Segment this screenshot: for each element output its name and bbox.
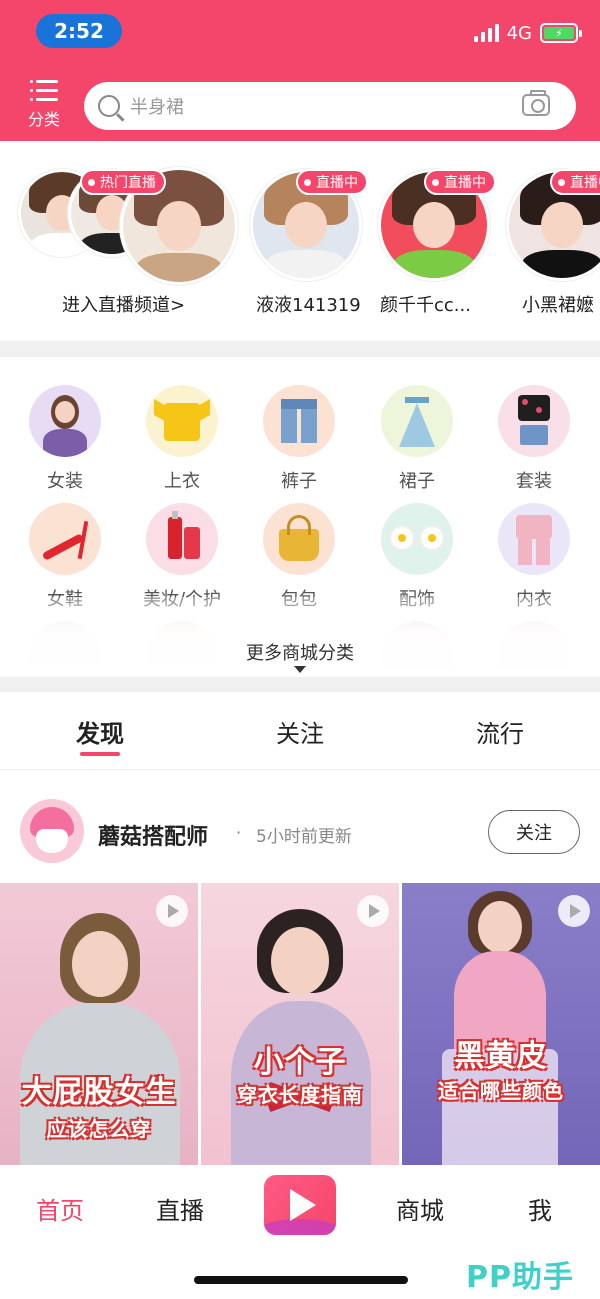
caret-down-icon: [294, 666, 306, 673]
list-icon: [30, 80, 58, 102]
jeans-icon: [263, 385, 335, 457]
watermark: PP助手: [466, 1260, 574, 1295]
center-play-button[interactable]: [264, 1175, 336, 1235]
streamer-name: 液液141319: [256, 295, 361, 316]
live-channel-label[interactable]: 进入直播频道>: [62, 291, 185, 317]
live-stream-row: 热门直播 进入直播频道> 直播中 液液141319 直播中 颜千千cc... 直…: [0, 141, 600, 341]
video-grid: 大屁股女生 应该怎么穿 小个子 穿衣长度指南 黑黄皮 适合哪些颜色: [0, 883, 600, 1165]
nav-live[interactable]: 直播: [140, 1191, 220, 1226]
pajamas-icon: [498, 503, 570, 575]
category-beauty[interactable]: 美妆/个护: [127, 503, 237, 611]
play-icon: [156, 895, 188, 927]
section-divider: [0, 341, 600, 357]
search-icon: [98, 95, 120, 117]
womens-wear-icon: [29, 385, 101, 457]
feed-post-header: 蘑菇搭配师 · 5小时前更新 关注: [0, 771, 600, 883]
live-badge: 直播中: [424, 169, 496, 195]
category-sets[interactable]: 套装: [479, 385, 589, 493]
video-title: 小个子: [253, 1045, 347, 1080]
category-bags[interactable]: 包包: [244, 503, 354, 611]
streamer-name: 颜千千cc...: [380, 295, 471, 316]
category-skirts[interactable]: 裙子: [362, 385, 472, 493]
tab-discover[interactable]: 发现: [40, 714, 160, 749]
tshirt-icon: [146, 385, 218, 457]
category-pants[interactable]: 裤子: [244, 385, 354, 493]
home-indicator[interactable]: [194, 1276, 408, 1284]
category-tops[interactable]: 上衣: [127, 385, 237, 493]
play-icon: [357, 895, 389, 927]
category-shoes[interactable]: 女鞋: [10, 503, 120, 611]
network-label: 4G: [506, 22, 532, 44]
signal-icon: [473, 24, 499, 42]
fade-overlay: [0, 597, 600, 677]
active-tab-indicator: [80, 752, 120, 756]
separator: ·: [236, 823, 242, 842]
tab-trending[interactable]: 流行: [440, 714, 560, 749]
tab-following[interactable]: 关注: [240, 714, 360, 749]
hot-live-badge: 热门直播: [80, 169, 166, 195]
top-header: 2:52 4G ⚡ 分类 半身裙: [0, 0, 600, 141]
status-time: 2:52: [36, 14, 122, 48]
section-divider: [0, 677, 600, 692]
chevron-right-icon: >: [170, 295, 186, 316]
nav-mall[interactable]: 商城: [380, 1191, 460, 1226]
video-subtitle: 适合哪些颜色: [438, 1079, 564, 1103]
heels-icon: [29, 503, 101, 575]
play-icon: [290, 1189, 316, 1221]
video-card[interactable]: 大屁股女生 应该怎么穿: [0, 883, 198, 1165]
cosmetics-icon: [146, 503, 218, 575]
streamer-name: 小黑裙嬷: [522, 295, 594, 316]
handbag-icon: [263, 503, 335, 575]
author-avatar[interactable]: [20, 799, 84, 863]
skirt-icon: [381, 385, 453, 457]
video-title: 黑黄皮: [454, 1039, 548, 1074]
live-badge: 直播中: [550, 169, 600, 195]
live-badge: 直播中: [296, 169, 368, 195]
category-womens-wear[interactable]: 女装: [10, 385, 120, 493]
battery-icon: ⚡: [540, 23, 582, 43]
nav-home[interactable]: 首页: [20, 1191, 100, 1226]
earrings-icon: [381, 503, 453, 575]
status-indicators: 4G ⚡: [473, 22, 582, 44]
author-name[interactable]: 蘑菇搭配师: [98, 819, 208, 851]
camera-icon[interactable]: [522, 90, 550, 116]
video-card[interactable]: 黑黄皮 适合哪些颜色: [402, 883, 600, 1165]
category-button[interactable]: 分类: [26, 80, 62, 130]
feed-tabs: 发现 关注 流行: [0, 692, 600, 770]
video-title: 大屁股女生: [21, 1075, 177, 1110]
video-subtitle: 应该怎么穿: [46, 1117, 152, 1141]
update-time: 5小时前更新: [256, 827, 352, 847]
more-categories-button[interactable]: 更多商城分类: [0, 639, 600, 665]
outfit-set-icon: [498, 385, 570, 457]
video-card[interactable]: 小个子 穿衣长度指南: [201, 883, 399, 1165]
category-label: 分类: [27, 110, 60, 129]
category-underwear[interactable]: 内衣: [479, 503, 589, 611]
video-subtitle: 穿衣长度指南: [237, 1083, 363, 1107]
category-accessories[interactable]: 配饰: [362, 503, 472, 611]
nav-me[interactable]: 我: [500, 1191, 580, 1226]
follow-button[interactable]: 关注: [488, 810, 580, 854]
search-bar[interactable]: 半身裙: [84, 82, 576, 130]
play-icon: [558, 895, 590, 927]
search-placeholder: 半身裙: [130, 97, 184, 118]
category-grid: 女装 上衣 裤子 裙子 套装 更多商城分类: [0, 357, 600, 677]
